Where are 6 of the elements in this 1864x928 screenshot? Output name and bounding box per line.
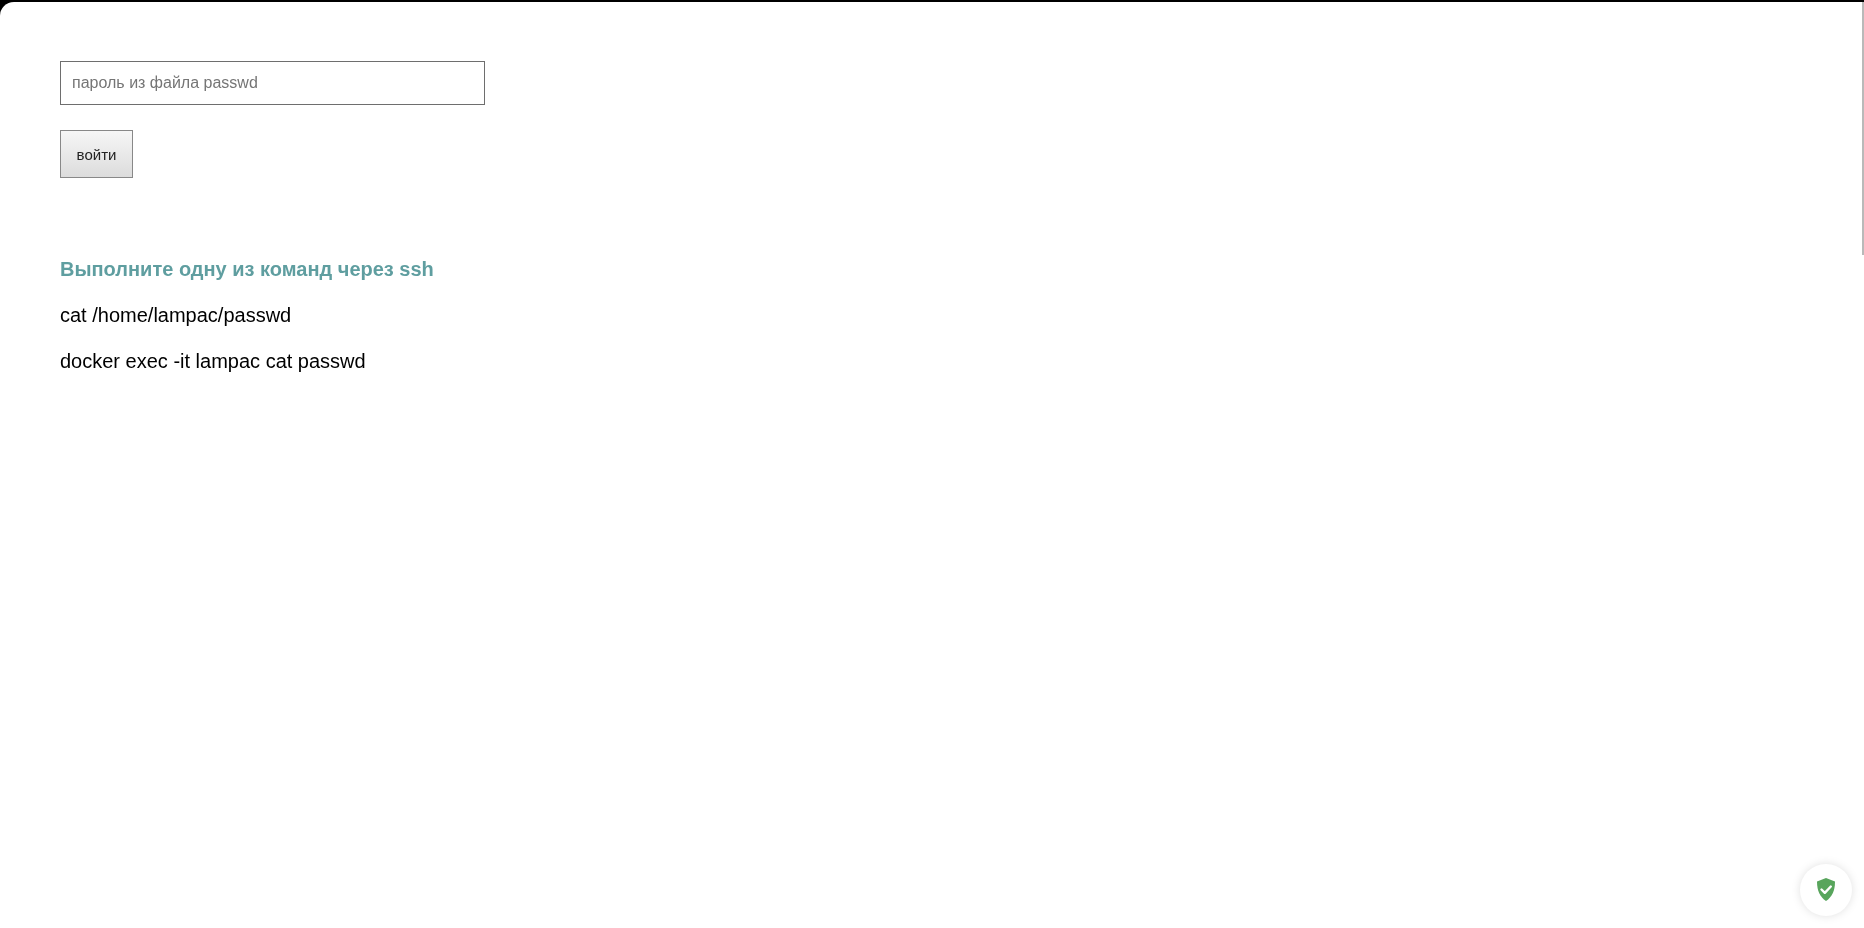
command-text: docker exec -it lampac cat passwd: [60, 349, 366, 374]
scrollbar-thumb[interactable]: [1862, 2, 1864, 255]
password-field[interactable]: пароль из файла passwd: [60, 61, 485, 105]
login-button[interactable]: войти: [60, 130, 133, 178]
command-text: cat /home/lampac/passwd: [60, 303, 292, 328]
instructions-heading: Выполните одну из команд через ssh: [60, 257, 434, 282]
